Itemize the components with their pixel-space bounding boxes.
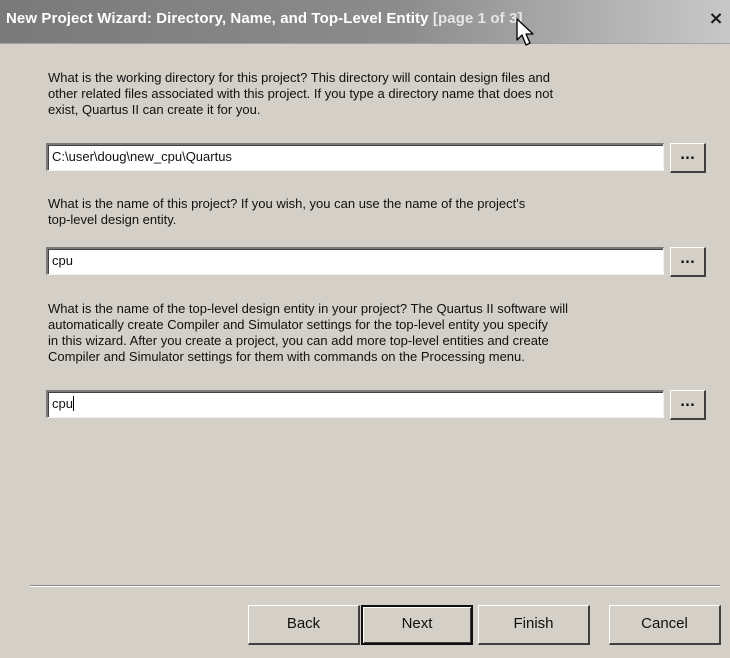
- top-level-entity-value: cpu: [52, 396, 73, 411]
- close-button[interactable]: ×: [705, 9, 727, 29]
- text-caret: [72, 396, 74, 411]
- page-indicator: [page 1 of 3]: [432, 10, 523, 27]
- dialog-title-text: New Project Wizard: Directory, Name, and…: [6, 10, 429, 27]
- footer-separator: [30, 585, 720, 587]
- project-name-prompt-line: top-level design entity.: [48, 212, 177, 227]
- top-level-entity-prompt-line: Compiler and Simulator settings for them…: [48, 349, 525, 364]
- directory-prompt-line: What is the working directory for this p…: [48, 70, 550, 85]
- project-name-browse-button[interactable]: ...: [670, 247, 706, 277]
- directory-prompt: What is the working directory for this p…: [48, 70, 718, 118]
- directory-prompt-line: other related files associated with this…: [48, 86, 554, 101]
- next-button[interactable]: Next: [361, 605, 473, 645]
- cancel-button[interactable]: Cancel: [609, 605, 721, 645]
- title-bar[interactable]: New Project Wizard: Directory, Name, and…: [0, 0, 730, 44]
- top-level-entity-prompt-line: What is the name of the top-level design…: [48, 301, 569, 316]
- directory-input[interactable]: C:\user\doug\new_cpu\Quartus: [46, 143, 664, 171]
- directory-browse-button[interactable]: ...: [670, 143, 706, 173]
- top-level-entity-input[interactable]: cpu: [46, 390, 664, 418]
- mouse-pointer-icon: [516, 18, 534, 46]
- top-level-entity-prompt: What is the name of the top-level design…: [48, 301, 718, 365]
- top-level-entity-prompt-line: in this wizard. After you create a proje…: [48, 333, 549, 348]
- dialog-title: New Project Wizard: Directory, Name, and…: [6, 10, 523, 27]
- back-button[interactable]: Back: [248, 605, 360, 645]
- project-name-prompt: What is the name of this project? If you…: [48, 196, 718, 228]
- top-level-entity-browse-button[interactable]: ...: [670, 390, 706, 420]
- project-name-input[interactable]: cpu: [46, 247, 664, 275]
- new-project-wizard-dialog: New Project Wizard: Directory, Name, and…: [0, 0, 730, 658]
- finish-button[interactable]: Finish: [478, 605, 590, 645]
- project-name-prompt-line: What is the name of this project? If you…: [48, 196, 526, 211]
- directory-prompt-line: exist, Quartus II can create it for you.: [48, 102, 261, 117]
- top-level-entity-prompt-line: automatically create Compiler and Simula…: [48, 317, 549, 332]
